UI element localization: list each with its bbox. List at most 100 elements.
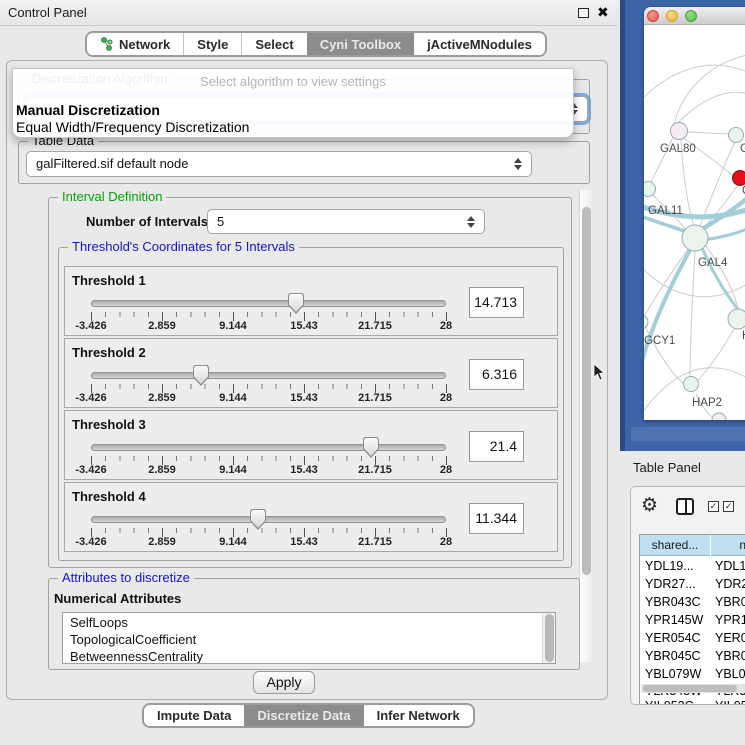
tick-label: 9.144 [203, 392, 263, 404]
minimize-traffic-light-icon[interactable] [666, 10, 678, 22]
algorithm-hint: Select algorithm to view settings [13, 74, 573, 89]
panel-title: Control Panel [8, 5, 87, 20]
node-green[interactable] [729, 128, 744, 143]
tab-network-label: Network [119, 37, 170, 52]
threshold-1-value-field[interactable]: 14.713 [469, 287, 524, 318]
table-cell[interactable]: YDL19... [715, 557, 745, 575]
tick-label: -3.426 [61, 392, 121, 404]
checkbox-icon[interactable]: ✓ [723, 501, 734, 512]
tick-label: 15.43 [274, 392, 334, 404]
table-cell[interactable]: YDR27... [715, 575, 745, 593]
table-cell[interactable]: YBR043C [645, 593, 701, 611]
control-panel-titlebar: Control Panel ✖ [0, 0, 617, 26]
table-cell[interactable]: YPR145W [715, 611, 745, 629]
threshold-1-slider-handle[interactable] [288, 293, 304, 314]
column-selector-icon[interactable] [676, 498, 694, 515]
close-traffic-light-icon[interactable] [647, 10, 659, 22]
table-cell[interactable]: YIL052C [715, 697, 745, 705]
node-partial[interactable] [712, 413, 726, 420]
table-cell[interactable]: YDL19... [645, 557, 694, 575]
checkbox-icon[interactable]: ✓ [708, 501, 719, 512]
tab-select[interactable]: Select [241, 33, 306, 55]
zoom-traffic-light-icon[interactable] [685, 10, 697, 22]
column-header-shared[interactable]: shared... [640, 535, 710, 556]
tick-label: 2.859 [132, 392, 192, 404]
threshold-3-panel: Threshold 3 -3.426 2.859 9.144 15.43 21.… [64, 410, 558, 480]
float-window-icon[interactable] [578, 8, 589, 18]
table-hscrollbar-thumb[interactable] [643, 685, 737, 692]
threshold-2-slider-handle[interactable] [193, 365, 209, 386]
node-gcy1[interactable] [644, 315, 648, 329]
column-header-name[interactable]: na [711, 535, 745, 556]
list-scrollbar[interactable] [542, 613, 555, 663]
tab-network[interactable]: Network [87, 33, 183, 55]
tab-cyni-toolbox[interactable]: Cyni Toolbox [307, 33, 414, 55]
list-item[interactable]: TopologicalCoefficient [70, 632, 196, 647]
screen: Control Panel ✖ Network Style Select Cyn… [0, 0, 745, 745]
numerical-attributes-list[interactable]: SelfLoops TopologicalCoefficient Between… [62, 612, 556, 664]
table-cell[interactable]: YPR145W [645, 611, 703, 629]
thresholds-legend: Threshold's Coordinates for 5 Intervals [68, 239, 299, 254]
threshold-4-slider-track[interactable] [91, 516, 446, 523]
node-gal4[interactable] [682, 225, 708, 251]
tab-infer-network[interactable]: Infer Network [364, 705, 473, 726]
threshold-3-value-field[interactable]: 21.4 [469, 431, 524, 462]
network-window-titlebar [644, 7, 745, 25]
network-icon [100, 37, 114, 51]
threshold-1-slider-track[interactable] [91, 300, 446, 307]
tab-jactivemnodules[interactable]: jActiveMNodules [414, 33, 545, 55]
threshold-3-slider-handle[interactable] [363, 437, 379, 458]
option-manual-discretization[interactable]: Manual Discretization [16, 102, 160, 118]
table-data-combobox[interactable]: galFiltered.sif default node [26, 151, 532, 177]
table-panel-title: Table Panel [633, 460, 701, 475]
threshold-2-slider-track[interactable] [91, 372, 446, 379]
threshold-4-value-field[interactable]: 11.344 [469, 503, 524, 534]
table-cell[interactable]: YBR043C [715, 593, 745, 611]
mouse-cursor [593, 363, 605, 381]
top-tabbar: Network Style Select Cyni Toolbox jActiv… [85, 31, 547, 57]
table-cell[interactable]: YIL052C [645, 697, 694, 705]
threshold-4-slider-handle[interactable] [250, 509, 266, 530]
node-hap2[interactable] [684, 377, 699, 392]
list-item[interactable]: SelfLoops [70, 615, 128, 630]
close-icon[interactable]: ✖ [597, 4, 609, 21]
table-cell[interactable]: YDR27... [645, 575, 696, 593]
list-scrollbar-thumb[interactable] [545, 614, 554, 662]
node-label-gal4: GAL4 [698, 257, 728, 269]
list-item[interactable]: BetweennessCentrality [70, 649, 203, 664]
combo-arrows-icon [514, 157, 523, 171]
frame-highlight [631, 427, 745, 441]
content-scrollbar[interactable] [579, 190, 592, 662]
table-cell[interactable]: YBR045C [645, 647, 701, 665]
threshold-1-panel: Threshold 1 -3.426 2.859 9.144 15.43 21.… [64, 266, 558, 336]
table-hscrollbar[interactable] [641, 684, 745, 693]
tick-label: 9.144 [203, 320, 263, 332]
node-gal11[interactable] [644, 182, 656, 197]
table-cell[interactable]: YER054C [715, 629, 745, 647]
table-cell[interactable]: YBL079W [715, 665, 745, 683]
table-cell[interactable]: YBR045C [715, 647, 745, 665]
tick-label: 9.144 [203, 536, 263, 548]
apply-button[interactable]: Apply [253, 671, 315, 694]
gear-icon[interactable]: ⚙ [641, 496, 658, 515]
threshold-2-value-field[interactable]: 6.316 [469, 359, 524, 390]
node-h[interactable] [728, 309, 745, 329]
network-view-frame: GAL80 G. C GAL11 GAL4 GCY1 H HAP2 [620, 0, 745, 451]
option-equal-width-frequency[interactable]: Equal Width/Frequency Discretization [16, 119, 249, 135]
table-cell[interactable]: YER054C [645, 629, 701, 647]
tick-label: -3.426 [61, 464, 121, 476]
threshold-3-slider-track[interactable] [91, 444, 446, 451]
scrollbar-thumb[interactable] [582, 207, 591, 575]
node-gal80[interactable] [671, 123, 688, 140]
interval-definition-legend: Interval Definition [58, 189, 166, 204]
tab-discretize-data[interactable]: Discretize Data [244, 705, 363, 726]
attributes-legend: Attributes to discretize [58, 570, 194, 585]
tab-impute-data[interactable]: Impute Data [144, 705, 244, 726]
tab-style[interactable]: Style [183, 33, 241, 55]
num-intervals-combobox[interactable]: 5 [207, 209, 485, 234]
threshold-2-label: Threshold 2 [72, 345, 146, 360]
tick-label: 21.715 [345, 536, 405, 548]
network-canvas[interactable]: GAL80 G. C GAL11 GAL4 GCY1 H HAP2 [644, 26, 745, 420]
table-cell[interactable]: YBL079W [645, 665, 701, 683]
node-red-selected[interactable] [733, 171, 745, 186]
